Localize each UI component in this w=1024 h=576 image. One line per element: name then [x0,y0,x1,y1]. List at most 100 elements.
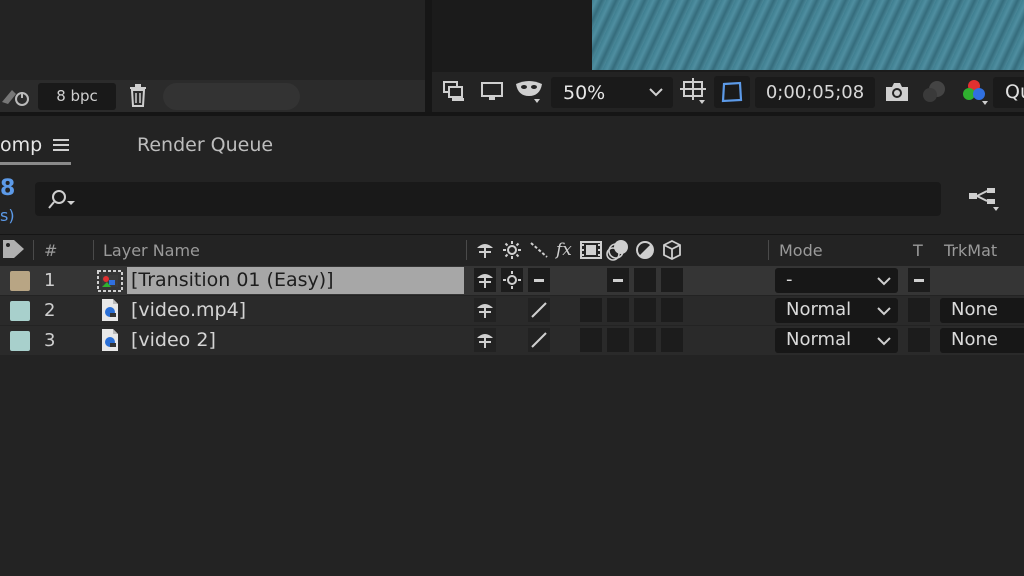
snapshot-camera-icon[interactable] [884,81,910,103]
dash-icon [914,279,924,282]
column-header-t[interactable]: T [913,241,923,260]
motion-blur-switch[interactable] [607,298,629,322]
shy-switch-icon [477,274,493,288]
current-time-display[interactable]: 0;00;05;08 [755,77,875,108]
current-frame-display[interactable]: 8 [0,176,15,201]
transparency-grid-toggle[interactable] [714,76,750,108]
active-tab-underline [0,162,71,165]
column-header-layer-name[interactable]: Layer Name [103,241,200,260]
column-header-number[interactable]: # [44,241,57,260]
panel-divider[interactable] [425,0,432,112]
column-divider[interactable] [768,240,769,260]
motion-blur-switch[interactable] [607,328,629,352]
chevron-down-icon [649,88,663,97]
track-matte-dropdown[interactable]: None [940,328,1024,353]
column-divider[interactable] [466,240,467,260]
layer-name[interactable]: [video.mp4] [131,299,246,321]
shy-switch-icon [477,334,493,348]
quality-switch[interactable] [528,328,550,352]
mask-visibility-icon[interactable] [514,78,544,106]
shy-switch[interactable] [474,298,496,322]
layer-label-color[interactable] [10,301,30,321]
show-snapshot-icon[interactable] [920,79,948,105]
3d-layer-switch[interactable] [661,268,683,292]
trash-icon[interactable] [127,84,149,108]
layer-name[interactable]: [video 2] [131,329,216,351]
tab-composition[interactable]: omp [0,134,42,156]
shy-switch-icon [477,304,493,318]
region-of-interest-icon[interactable] [679,78,709,106]
column-header-trkmat[interactable]: TrkMat [944,241,997,260]
adjustment-layer-switch[interactable] [634,268,656,292]
frame-blending-switch[interactable] [580,328,602,352]
motion-blur-switch[interactable] [607,268,629,292]
blend-mode-value: - [786,269,793,290]
chevron-down-icon [877,337,891,346]
layer-label-color[interactable] [10,331,30,351]
bit-depth-button[interactable]: 8 bpc [38,83,116,110]
frame-blending-icon[interactable] [580,240,602,260]
footage-file-icon [102,299,118,321]
footage-file-icon [102,329,118,351]
viewer-image [592,0,1024,70]
quality-switch[interactable] [528,268,550,292]
layer-list-empty-area[interactable] [0,356,1024,576]
blend-mode-value: Normal [786,299,852,320]
blend-mode-dropdown[interactable]: Normal [775,328,898,353]
adjustment-layer-switch[interactable] [634,328,656,352]
magnification-dropdown[interactable]: 50% [551,77,673,108]
best-quality-icon [531,332,547,348]
layer-name[interactable]: [Transition 01 (Easy)] [131,269,334,291]
chevron-down-icon [877,277,891,286]
best-quality-icon [531,302,547,318]
3d-layer-icon[interactable] [661,239,683,261]
3d-layer-switch[interactable] [661,298,683,322]
adjustment-layer-icon[interactable] [635,240,655,260]
effects-switch-icon[interactable]: fx [555,238,577,260]
quality-switch-icon[interactable] [529,240,549,260]
adjustment-layer-switch[interactable] [634,298,656,322]
preserve-transparency-switch[interactable] [908,328,930,352]
track-matte-value: None [951,329,998,350]
shy-switch-icon[interactable] [475,240,495,260]
collapse-transform-icon [503,271,521,289]
blend-mode-dropdown[interactable]: - [775,268,898,293]
dash-icon [534,279,544,282]
flowchart-icon[interactable] [0,84,32,108]
preserve-transparency-switch[interactable] [908,298,930,322]
chevron-down-icon [877,307,891,316]
collapse-transform-switch[interactable] [501,268,523,292]
layer-number: 1 [44,270,56,291]
layer-label-color[interactable] [10,271,30,291]
column-divider[interactable] [33,240,34,260]
shy-switch[interactable] [474,268,496,292]
shy-switch[interactable] [474,328,496,352]
dash-icon [613,279,623,282]
panel-menu-icon[interactable] [53,138,69,152]
frame-blending-switch[interactable] [580,298,602,322]
track-matte-dropdown[interactable]: None [940,298,1024,323]
resolution-dropdown[interactable]: Qu [993,77,1024,108]
preserve-transparency-switch[interactable] [908,268,930,292]
layer-search-input[interactable] [35,182,941,216]
tab-render-queue[interactable]: Render Queue [137,134,273,156]
column-divider[interactable] [93,240,94,260]
project-footer-progress-bar [163,83,300,110]
3d-layer-switch[interactable] [661,328,683,352]
always-preview-icon[interactable] [442,80,466,104]
label-tag-icon[interactable] [2,238,26,260]
layer-number: 3 [44,330,56,351]
channel-color-icon[interactable] [960,78,990,106]
blend-mode-dropdown[interactable]: Normal [775,298,898,323]
zoom-value: 50% [563,82,606,104]
track-matte-value: None [951,299,998,320]
frame-rate-display: s) [0,206,15,225]
monitor-icon[interactable] [480,80,504,104]
quality-switch[interactable] [528,298,550,322]
blend-mode-value: Normal [786,329,852,350]
motion-blur-icon[interactable] [606,238,630,262]
composition-flowchart-icon[interactable] [967,185,1001,213]
collapse-transform-icon[interactable] [502,240,522,260]
column-header-mode[interactable]: Mode [779,241,823,260]
layer-number: 2 [44,300,56,321]
